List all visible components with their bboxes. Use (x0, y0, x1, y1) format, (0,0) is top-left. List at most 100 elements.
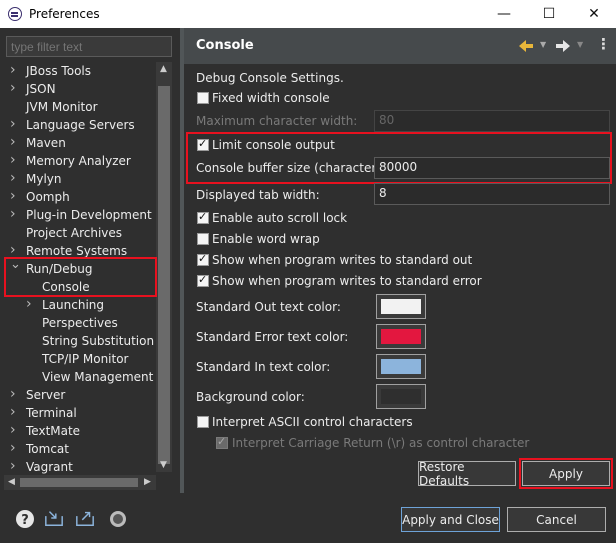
chevron-right-icon[interactable]: › (10, 387, 18, 401)
chevron-right-icon[interactable]: › (10, 117, 18, 131)
chevron-right-icon[interactable]: › (10, 243, 18, 257)
out-color-label: Standard Out text color: (196, 300, 341, 314)
tree-item-label: JBoss Tools (26, 64, 91, 78)
show-err-label: Show when program writes to standard err… (212, 274, 482, 288)
tree-item[interactable]: › Terminal (4, 404, 156, 422)
chevron-right-icon[interactable]: › (10, 423, 18, 437)
tree-item[interactable]: › JBoss Tools (4, 62, 156, 80)
back-arrow-icon[interactable] (518, 39, 534, 53)
chevron-right-icon[interactable]: › (10, 459, 18, 473)
restore-defaults-button[interactable]: Restore Defaults (418, 460, 516, 488)
show-err-checkbox[interactable] (197, 273, 209, 287)
console-preference-page: Console ▼ ▼ ⋮ Debug Console Settings. Fi… (184, 28, 616, 493)
ascii-checkbox[interactable] (197, 416, 209, 428)
forward-dropdown-icon[interactable]: ▼ (577, 40, 583, 49)
chevron-right-icon[interactable]: › (10, 441, 18, 455)
chevron-right-icon[interactable]: › (10, 405, 18, 419)
dialog-body: › JBoss Tools › JSON JVM Monitor › Language Se… (0, 28, 616, 493)
show-out-checkbox[interactable] (197, 252, 209, 266)
tree-item[interactable]: Perspectives (4, 314, 156, 332)
close-button[interactable]: ✕ (572, 0, 616, 28)
buffer-highlight (186, 132, 612, 184)
chevron-right-icon[interactable]: › (26, 297, 34, 311)
chevron-right-icon[interactable]: › (10, 189, 18, 203)
cancel-button[interactable]: Cancel (507, 507, 606, 532)
tree-item-label: Project Archives (26, 226, 123, 240)
back-dropdown-icon[interactable]: ▼ (540, 40, 546, 49)
window-title: Preferences (29, 7, 100, 21)
tree-item-label: Launching (42, 298, 105, 312)
tree-item-label: Memory Analyzer (26, 154, 131, 168)
err-color-label: Standard Error text color: (196, 330, 349, 344)
bg-color-button[interactable] (376, 384, 426, 409)
page-title: Console (196, 38, 254, 53)
page-header: Console ▼ ▼ ⋮ (184, 28, 616, 64)
tree-item-label: Vagrant (26, 460, 73, 474)
export-icon[interactable] (75, 508, 95, 528)
tree-item[interactable]: › Memory Analyzer (4, 152, 156, 170)
in-color-label: Standard In text color: (196, 360, 331, 374)
auto-scroll-checkbox[interactable] (197, 210, 209, 224)
scroll-up-icon[interactable]: ▲ (160, 64, 167, 74)
tree-item-label: Terminal (26, 406, 77, 420)
in-color-swatch (381, 359, 421, 374)
scroll-down-icon[interactable]: ▼ (160, 460, 167, 470)
auto-scroll-label: Enable auto scroll lock (212, 211, 348, 225)
chevron-right-icon[interactable]: › (10, 207, 18, 221)
tree-item[interactable]: › Tomcat (4, 440, 156, 458)
apply-and-close-button[interactable]: Apply and Close (401, 507, 500, 532)
chevron-right-icon[interactable]: › (10, 153, 18, 167)
preference-tree-pane: › JBoss Tools › JSON JVM Monitor › Language Se… (0, 28, 180, 493)
view-menu-icon[interactable]: ⋮ (596, 35, 611, 53)
fixed-width-checkbox[interactable] (197, 92, 209, 104)
tab-width-label: Displayed tab width: (196, 188, 320, 202)
tree-item-label: Tomcat (26, 442, 69, 456)
tree-item-label: Maven (26, 136, 66, 150)
eclipse-icon (8, 7, 22, 21)
tree-item-label: Oomph (26, 190, 70, 204)
out-color-swatch (381, 299, 421, 314)
record-icon[interactable] (108, 509, 128, 529)
tree-item[interactable]: View Management (4, 368, 156, 386)
help-icon[interactable]: ? (15, 509, 35, 529)
tree-item-label: Mylyn (26, 172, 62, 186)
err-color-swatch (381, 329, 421, 344)
tree-item[interactable]: TCP/IP Monitor (4, 350, 156, 368)
tree-item[interactable]: › JSON (4, 80, 156, 98)
tree-hscroll-thumb[interactable] (20, 478, 138, 487)
fixed-width-label: Fixed width console (212, 91, 330, 105)
tree-item-label: TCP/IP Monitor (42, 352, 129, 366)
tree-item[interactable]: › Mylyn (4, 170, 156, 188)
tree-item[interactable]: Project Archives (4, 224, 156, 242)
chevron-right-icon[interactable]: › (10, 171, 18, 185)
tree-item[interactable]: › Launching (4, 296, 156, 314)
tree-item[interactable]: JVM Monitor (4, 98, 156, 116)
tree-item-label: Language Servers (26, 118, 135, 132)
out-color-button[interactable] (376, 294, 426, 319)
tree-item[interactable]: › Server (4, 386, 156, 404)
import-icon[interactable] (44, 508, 64, 528)
max-width-input[interactable]: 80 (374, 110, 610, 132)
tree-scroll-thumb[interactable] (158, 86, 170, 464)
filter-input[interactable] (6, 36, 172, 57)
err-color-button[interactable] (376, 324, 426, 349)
chevron-right-icon[interactable]: › (10, 63, 18, 77)
maximize-button[interactable]: ☐ (527, 0, 571, 28)
tree-item[interactable]: › Plug-in Development (4, 206, 156, 224)
scroll-right-icon[interactable]: ▶ (144, 477, 151, 487)
scroll-left-icon[interactable]: ◀ (8, 477, 15, 487)
in-color-button[interactable] (376, 354, 426, 379)
word-wrap-checkbox[interactable] (197, 233, 209, 245)
tree-item[interactable]: › Maven (4, 134, 156, 152)
tree-item[interactable]: › Vagrant (4, 458, 156, 476)
tab-width-input[interactable]: 8 (374, 183, 610, 205)
minimize-button[interactable]: — (482, 0, 526, 28)
tree-item[interactable]: › TextMate (4, 422, 156, 440)
tree-item[interactable]: String Substitution (4, 332, 156, 350)
carriage-return-checkbox[interactable] (216, 435, 228, 449)
tree-item[interactable]: › Oomph (4, 188, 156, 206)
chevron-right-icon[interactable]: › (10, 135, 18, 149)
tree-item[interactable]: › Language Servers (4, 116, 156, 134)
chevron-right-icon[interactable]: › (10, 81, 18, 95)
forward-arrow-icon[interactable] (555, 39, 571, 53)
